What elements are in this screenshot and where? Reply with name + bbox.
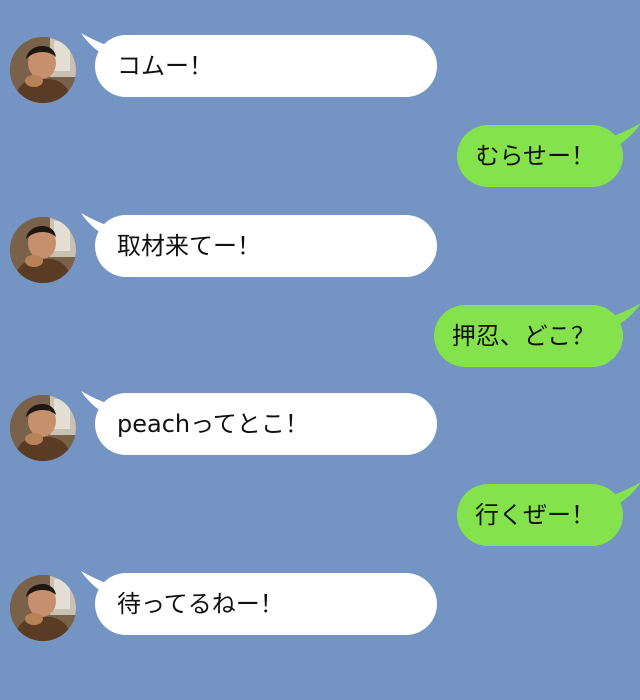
message-row-outgoing: 行くぜー！ xyxy=(0,482,640,548)
avatar[interactable] xyxy=(10,217,76,283)
message-row-incoming: コムー！ xyxy=(0,33,640,103)
bubble-tail xyxy=(81,391,111,417)
bubble-tail xyxy=(81,213,111,239)
message-row-outgoing: むらせー！ xyxy=(0,123,640,189)
message-text: peachってとこ！ xyxy=(117,410,309,438)
message-bubble-outgoing: 行くぜー！ xyxy=(457,482,640,546)
message-row-outgoing: 押忍、どこ？ xyxy=(0,303,640,369)
bubble-tail xyxy=(81,33,111,59)
chat-area: コムー！ むらせー！ 取材来てー！ 押忍、どこ？ peachってとこ！ 行くぜー… xyxy=(0,0,640,700)
message-bubble-outgoing: むらせー！ xyxy=(457,123,640,187)
message-bubble-incoming: peachってとこ！ xyxy=(81,391,437,455)
message-text: コムー！ xyxy=(117,52,213,80)
message-text: 行くぜー！ xyxy=(475,501,595,529)
message-text: 押忍、どこ？ xyxy=(451,322,595,350)
avatar[interactable] xyxy=(10,575,76,641)
message-row-incoming: 待ってるねー！ xyxy=(0,571,640,641)
message-row-incoming: peachってとこ！ xyxy=(0,391,640,461)
message-bubble-outgoing: 押忍、どこ？ xyxy=(433,303,640,367)
bubble-tail xyxy=(81,571,111,597)
message-row-incoming: 取材来てー！ xyxy=(0,213,640,283)
message-bubble-incoming: 待ってるねー！ xyxy=(81,571,437,635)
bubble-tail xyxy=(611,123,640,149)
bubble-tail xyxy=(611,482,640,508)
message-bubble-incoming: コムー！ xyxy=(81,33,437,97)
bubble-tail xyxy=(611,303,640,329)
avatar[interactable] xyxy=(10,37,76,103)
message-text: 取材来てー！ xyxy=(117,232,261,260)
message-bubble-incoming: 取材来てー！ xyxy=(81,213,437,277)
message-text: むらせー！ xyxy=(475,142,595,170)
message-text: 待ってるねー！ xyxy=(117,590,284,618)
avatar[interactable] xyxy=(10,395,76,461)
